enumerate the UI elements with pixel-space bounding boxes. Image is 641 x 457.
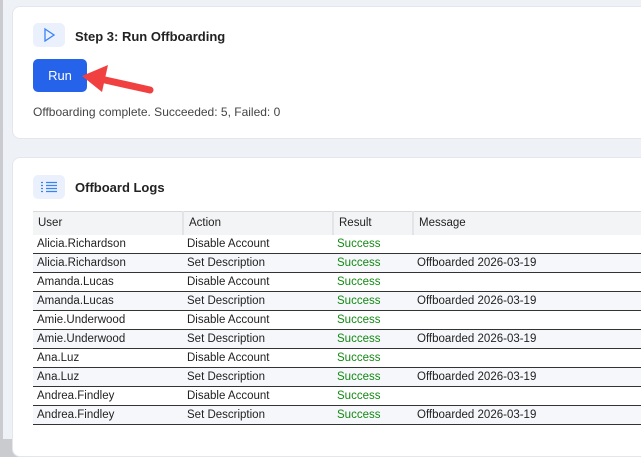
- cell-user: Ana.Luz: [33, 367, 183, 387]
- cell-user: Amanda.Lucas: [33, 272, 183, 292]
- table-row[interactable]: Amanda.Lucas Set Description Success Offboa…: [33, 291, 641, 311]
- logs-title: Offboard Logs: [75, 180, 165, 195]
- cell-user: Alicia.Richardson: [33, 234, 183, 254]
- cell-user: Ana.Luz: [33, 348, 183, 368]
- offboard-logs-card: Offboard Logs User Action Result Message…: [12, 157, 641, 457]
- cell-action: Disable Account: [183, 348, 333, 368]
- cell-action: Disable Account: [183, 272, 333, 292]
- table-row[interactable]: Amanda.Lucas Disable Account Success: [33, 272, 641, 292]
- cell-message: Offboarded 2026-03-19: [413, 367, 641, 387]
- cell-action: Disable Account: [183, 386, 333, 406]
- cell-user: Amie.Underwood: [33, 329, 183, 349]
- table-row[interactable]: Andrea.Findley Set Description Success Offb…: [33, 405, 641, 425]
- table-row[interactable]: Amie.Underwood Disable Account Success: [33, 310, 641, 330]
- cell-result: Success: [333, 367, 413, 387]
- cell-result: Success: [333, 253, 413, 273]
- cell-message: [413, 234, 641, 254]
- column-header-result[interactable]: Result: [333, 211, 414, 235]
- cell-action: Set Description: [183, 367, 333, 387]
- cell-action: Set Description: [183, 253, 333, 273]
- cell-message: Offboarded 2026-03-19: [413, 291, 641, 311]
- cell-result: Success: [333, 348, 413, 368]
- cell-message: [413, 272, 641, 292]
- cell-message: [413, 310, 641, 330]
- cell-result: Success: [333, 234, 413, 254]
- cell-user: Andrea.Findley: [33, 386, 183, 406]
- annotation-arrow-icon: [82, 65, 154, 94]
- table-row[interactable]: Alicia.Richardson Set Description Success O…: [33, 253, 641, 273]
- cell-action: Set Description: [183, 405, 333, 425]
- cell-action: Disable Account: [183, 234, 333, 254]
- logs-table: User Action Result Message Alicia.Richar…: [33, 211, 641, 425]
- step-title: Step 3: Run Offboarding: [75, 29, 226, 44]
- cell-action: Set Description: [183, 291, 333, 311]
- cell-message: Offboarded 2026-03-19: [413, 405, 641, 425]
- status-text: Offboarding complete. Succeeded: 5, Fail…: [33, 105, 281, 119]
- cell-result: Success: [333, 386, 413, 406]
- cell-message: [413, 348, 641, 368]
- cell-action: Disable Account: [183, 310, 333, 330]
- table-row[interactable]: Ana.Luz Set Description Success Offboarded …: [33, 367, 641, 387]
- checklist-icon: [33, 175, 65, 199]
- cell-user: Amanda.Lucas: [33, 291, 183, 311]
- play-icon: [33, 23, 65, 47]
- cell-user: Alicia.Richardson: [33, 253, 183, 273]
- cell-message: Offboarded 2026-03-19: [413, 253, 641, 273]
- cell-action: Set Description: [183, 329, 333, 349]
- cell-result: Success: [333, 405, 413, 425]
- cell-result: Success: [333, 272, 413, 292]
- app-window: Step 3: Run Offboarding Run Offboarding …: [3, 0, 641, 457]
- table-row[interactable]: Alicia.Richardson Disable Account Success: [33, 234, 641, 254]
- cell-message: [413, 386, 641, 406]
- cell-user: Amie.Underwood: [33, 310, 183, 330]
- table-row[interactable]: Ana.Luz Disable Account Success: [33, 348, 641, 368]
- column-header-message[interactable]: Message: [413, 211, 641, 235]
- cell-result: Success: [333, 291, 413, 311]
- column-header-action[interactable]: Action: [183, 211, 334, 235]
- column-header-user[interactable]: User: [33, 211, 184, 235]
- cell-message: Offboarded 2026-03-19: [413, 329, 641, 349]
- cell-result: Success: [333, 310, 413, 330]
- table-row[interactable]: Amie.Underwood Set Description Success Offb…: [33, 329, 641, 349]
- table-row[interactable]: Andrea.Findley Disable Account Success: [33, 386, 641, 406]
- cell-result: Success: [333, 329, 413, 349]
- cell-user: Andrea.Findley: [33, 405, 183, 425]
